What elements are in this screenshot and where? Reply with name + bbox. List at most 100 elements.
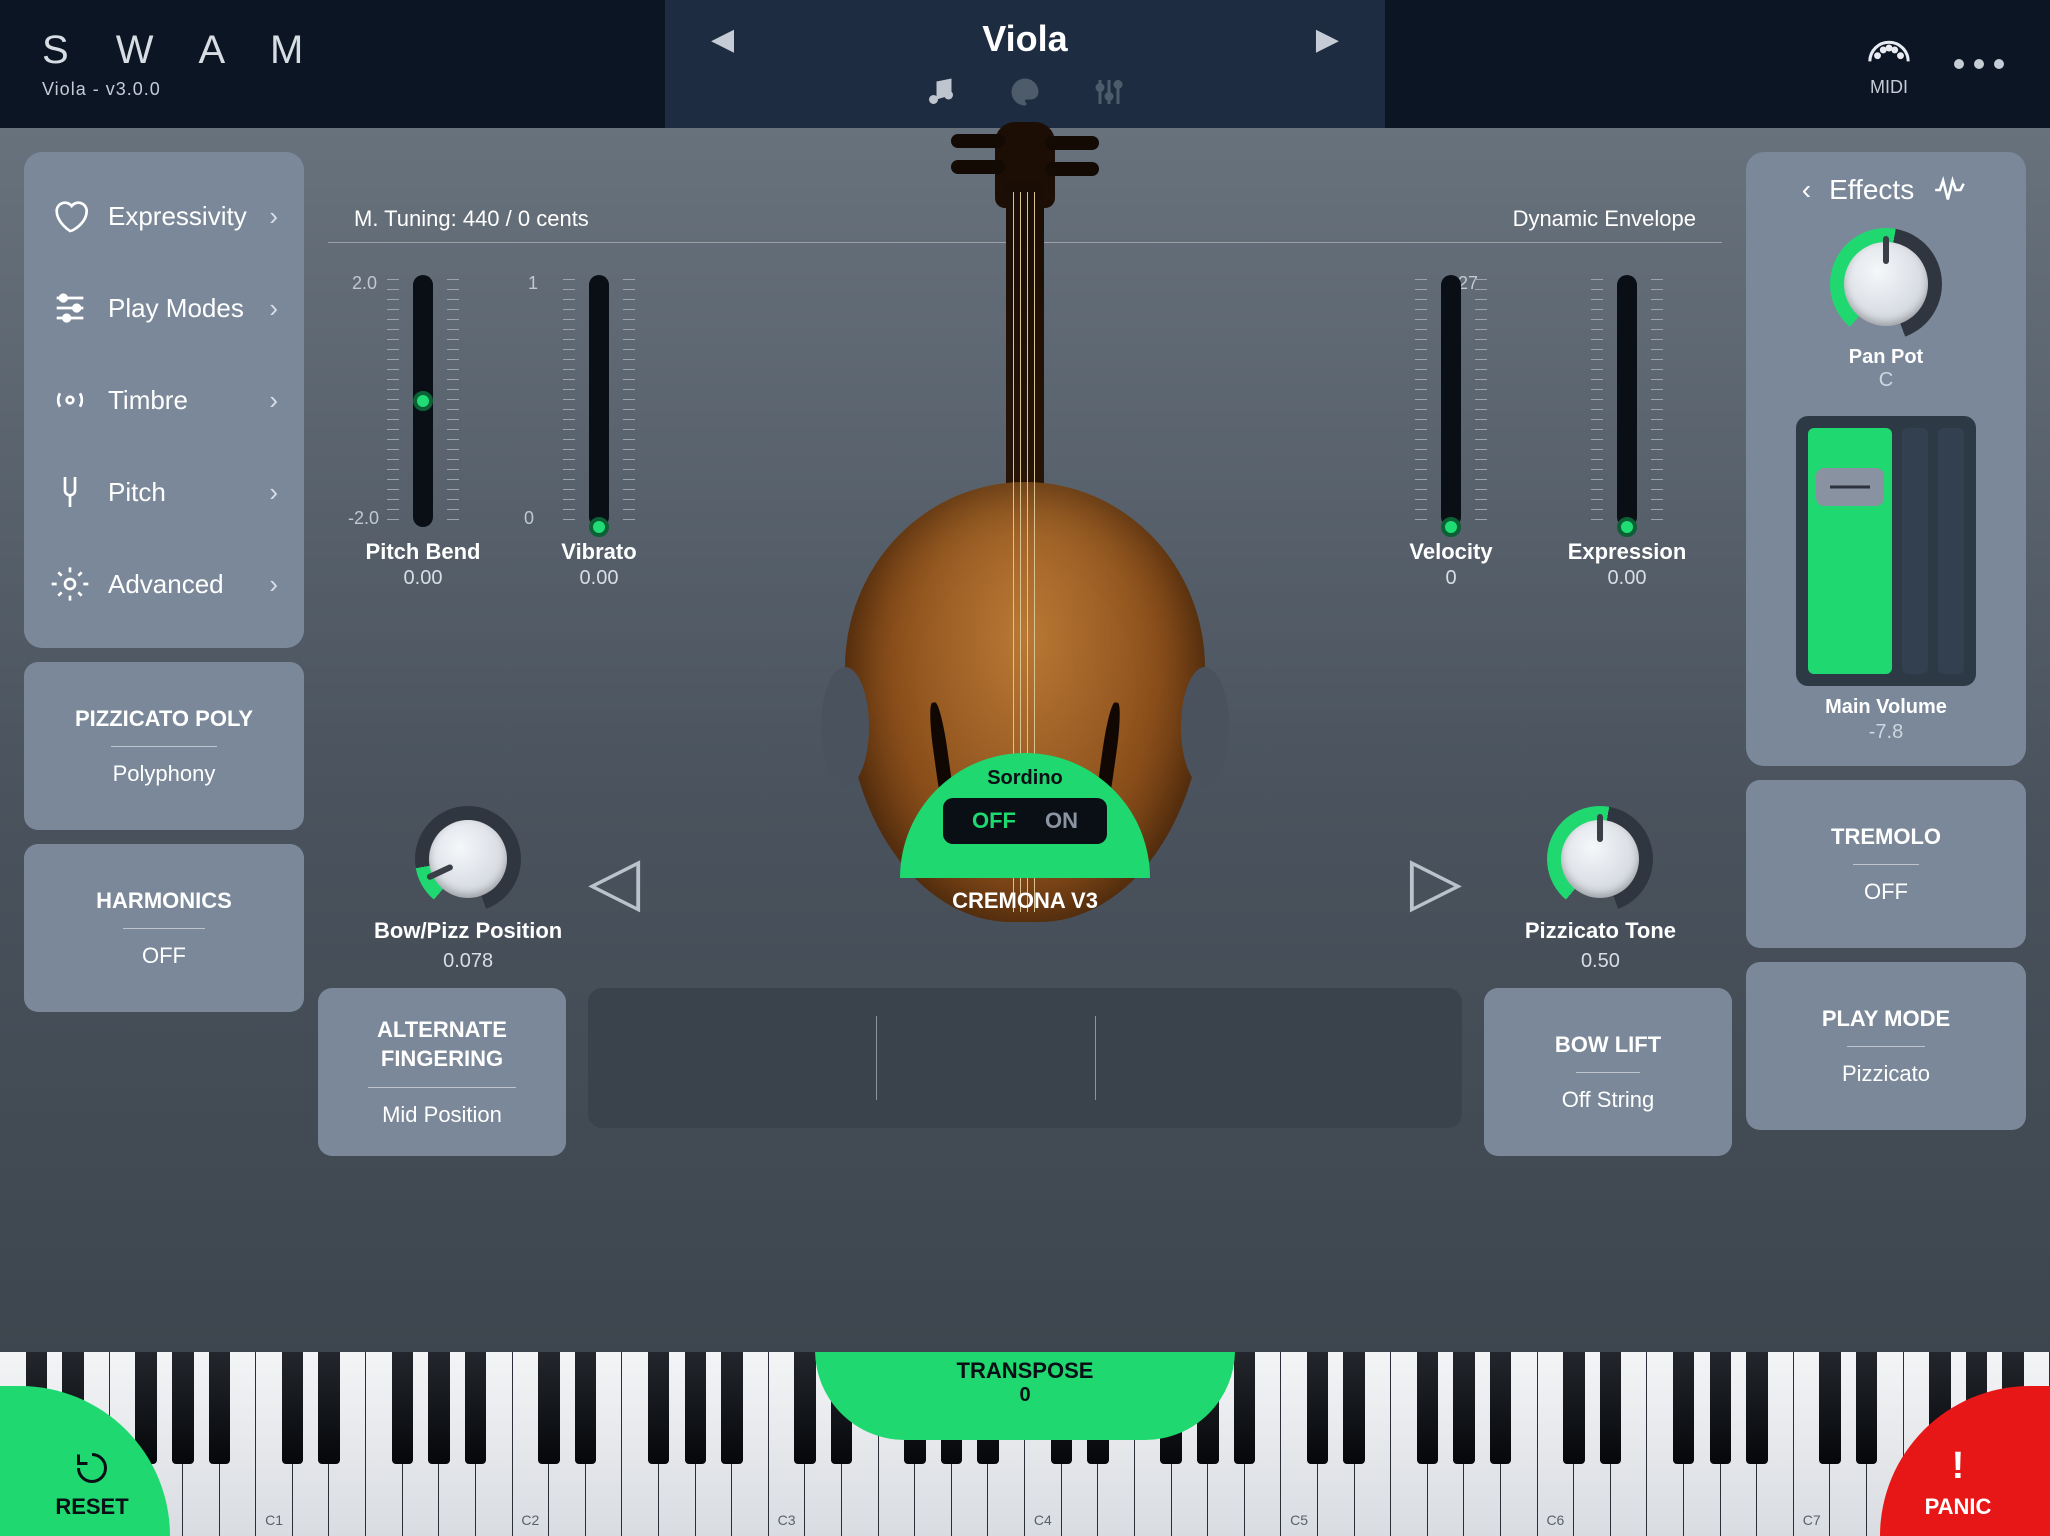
sidebar-item-label: Timbre [108, 385, 188, 416]
black-key[interactable] [282, 1352, 304, 1464]
expression-slider[interactable]: 1 0 Expression 0.00 [1562, 275, 1692, 590]
transpose-control[interactable]: TRANSPOSE 0 [815, 1352, 1235, 1440]
black-key[interactable] [575, 1352, 597, 1464]
chevron-right-icon: › [269, 201, 278, 232]
slider-value: 0.00 [1608, 567, 1647, 590]
volume-value: -7.8 [1869, 721, 1903, 744]
keyboard[interactable]: C0C1C2C3C4C5C6C7 TRANSPOSE 0 RESET ! PAN… [0, 1352, 2050, 1536]
transpose-value: 0 [1019, 1384, 1030, 1407]
main-volume-slider[interactable] [1796, 416, 1976, 686]
effects-title: Effects [1829, 174, 1914, 206]
black-key[interactable] [1856, 1352, 1878, 1464]
black-key[interactable] [318, 1352, 340, 1464]
midi-button[interactable]: MIDI [1866, 30, 1912, 98]
sordino-on[interactable]: ON [1045, 808, 1078, 834]
center-area: M. Tuning: 440 / 0 cents Dynamic Envelop… [318, 152, 1732, 1328]
prev-preset-arrow[interactable]: ◀ [711, 22, 734, 57]
black-key[interactable] [1307, 1352, 1329, 1464]
knob-value: 0.078 [443, 950, 493, 973]
black-key[interactable] [685, 1352, 707, 1464]
play-mode-button[interactable]: PLAY MODE Pizzicato [1746, 962, 2026, 1130]
slider-value: 0.00 [580, 567, 619, 590]
tuning-fork-icon [50, 472, 90, 512]
waveform-icon [1932, 176, 1970, 204]
sidebar-item-play-modes[interactable]: Play Modes› [24, 262, 304, 354]
black-key[interactable] [1453, 1352, 1475, 1464]
instrument-model-label: CREMONA V3 [952, 888, 1098, 914]
sordino-label: Sordino [987, 767, 1063, 790]
harmonics-button[interactable]: HARMONICS OFF [24, 844, 304, 1012]
black-key[interactable] [1710, 1352, 1732, 1464]
tremolo-button[interactable]: TREMOLO OFF [1746, 780, 2026, 948]
sidebar-item-pitch[interactable]: Pitch› [24, 446, 304, 538]
pitch-bend-slider[interactable]: 2.0 -2.0 Pitch Bend 0.00 [358, 275, 488, 590]
button-title: TREMOLO [1831, 823, 1941, 866]
black-key[interactable] [1746, 1352, 1768, 1464]
black-key[interactable] [1563, 1352, 1585, 1464]
black-key[interactable] [209, 1352, 231, 1464]
black-key[interactable] [648, 1352, 670, 1464]
button-value: OFF [142, 943, 186, 969]
black-key[interactable] [1673, 1352, 1695, 1464]
chevron-right-icon: › [269, 385, 278, 416]
sliders-icon [50, 288, 90, 328]
black-key[interactable] [392, 1352, 414, 1464]
vibrato-slider[interactable]: 1 0 Vibrato 0.00 [534, 275, 664, 590]
envelope-label[interactable]: Dynamic Envelope [1513, 206, 1696, 232]
options-icon[interactable] [1091, 74, 1127, 110]
next-preset-arrow[interactable]: ▶ [1316, 22, 1339, 57]
sidebar-item-advanced[interactable]: Advanced› [24, 538, 304, 630]
category-panel: Expressivity › Play Modes› Timbre › Pitch›… [24, 152, 304, 648]
slider-value: 0 [1445, 567, 1456, 590]
button-title: BOW LIFT [1555, 1031, 1661, 1074]
black-key[interactable] [172, 1352, 194, 1464]
prev-model-arrow[interactable]: ◁ [588, 842, 640, 921]
pizzicato-poly-button[interactable]: PIZZICATO POLY Polyphony [24, 662, 304, 830]
header-center: ◀ Viola ▶ [665, 0, 1385, 128]
volume-handle[interactable] [1816, 468, 1884, 506]
bow-pizz-position-knob[interactable]: Bow/Pizz Position 0.078 [374, 806, 562, 973]
more-menu-icon[interactable] [1954, 59, 2004, 69]
sordino-off[interactable]: OFF [972, 808, 1016, 834]
black-key[interactable] [538, 1352, 560, 1464]
instrument-graphic: Sordino OFF ON CREMONA V3 [815, 122, 1235, 1022]
black-key[interactable] [428, 1352, 450, 1464]
sidebar-item-expressivity[interactable]: Expressivity › [24, 170, 304, 262]
button-value: Polyphony [113, 761, 216, 787]
sidebar-item-timbre[interactable]: Timbre › [24, 354, 304, 446]
header-tabs [923, 74, 1127, 110]
palette-icon[interactable] [1007, 74, 1043, 110]
black-key[interactable] [794, 1352, 816, 1464]
version-label: Viola - v3.0.0 [42, 79, 321, 100]
notes-icon[interactable] [923, 74, 959, 110]
pizzicato-tone-knob[interactable]: Pizzicato Tone 0.50 [1525, 806, 1676, 973]
volume-name: Main Volume [1825, 696, 1947, 719]
main-area: Expressivity › Play Modes› Timbre › Pitch›… [0, 128, 2050, 1352]
sidebar-item-label: Play Modes [108, 293, 244, 324]
slider-name: Pitch Bend [366, 539, 481, 565]
black-key[interactable] [1490, 1352, 1512, 1464]
chevron-left-icon[interactable]: ‹ [1802, 174, 1811, 206]
black-key[interactable] [465, 1352, 487, 1464]
next-model-arrow[interactable]: ▷ [1410, 842, 1462, 921]
tuning-label[interactable]: M. Tuning: 440 / 0 cents [354, 206, 589, 232]
black-key[interactable] [721, 1352, 743, 1464]
pan-pot-knob[interactable] [1830, 228, 1942, 340]
slider-value: 0.00 [404, 567, 443, 590]
black-key[interactable] [1600, 1352, 1622, 1464]
effects-panel: ‹ Effects Pan Pot C Main Volume -7.8 [1746, 152, 2026, 766]
black-key[interactable] [1234, 1352, 1256, 1464]
black-key[interactable] [1417, 1352, 1439, 1464]
button-title: HARMONICS [96, 887, 232, 930]
slider-name: Expression [1568, 539, 1687, 565]
sidebar-item-label: Expressivity [108, 201, 247, 232]
velocity-slider[interactable]: 127 0 Velocity 0 [1386, 275, 1516, 590]
alternate-fingering-button[interactable]: ALTERNATE FINGERING Mid Position [318, 988, 566, 1156]
black-key[interactable] [1819, 1352, 1841, 1464]
instrument-title[interactable]: Viola [982, 18, 1067, 60]
midi-icon [1866, 30, 1912, 66]
bow-lift-button[interactable]: BOW LIFT Off String [1484, 988, 1732, 1156]
refresh-icon [74, 1450, 110, 1486]
transpose-label: TRANSPOSE [957, 1358, 1094, 1384]
black-key[interactable] [1343, 1352, 1365, 1464]
